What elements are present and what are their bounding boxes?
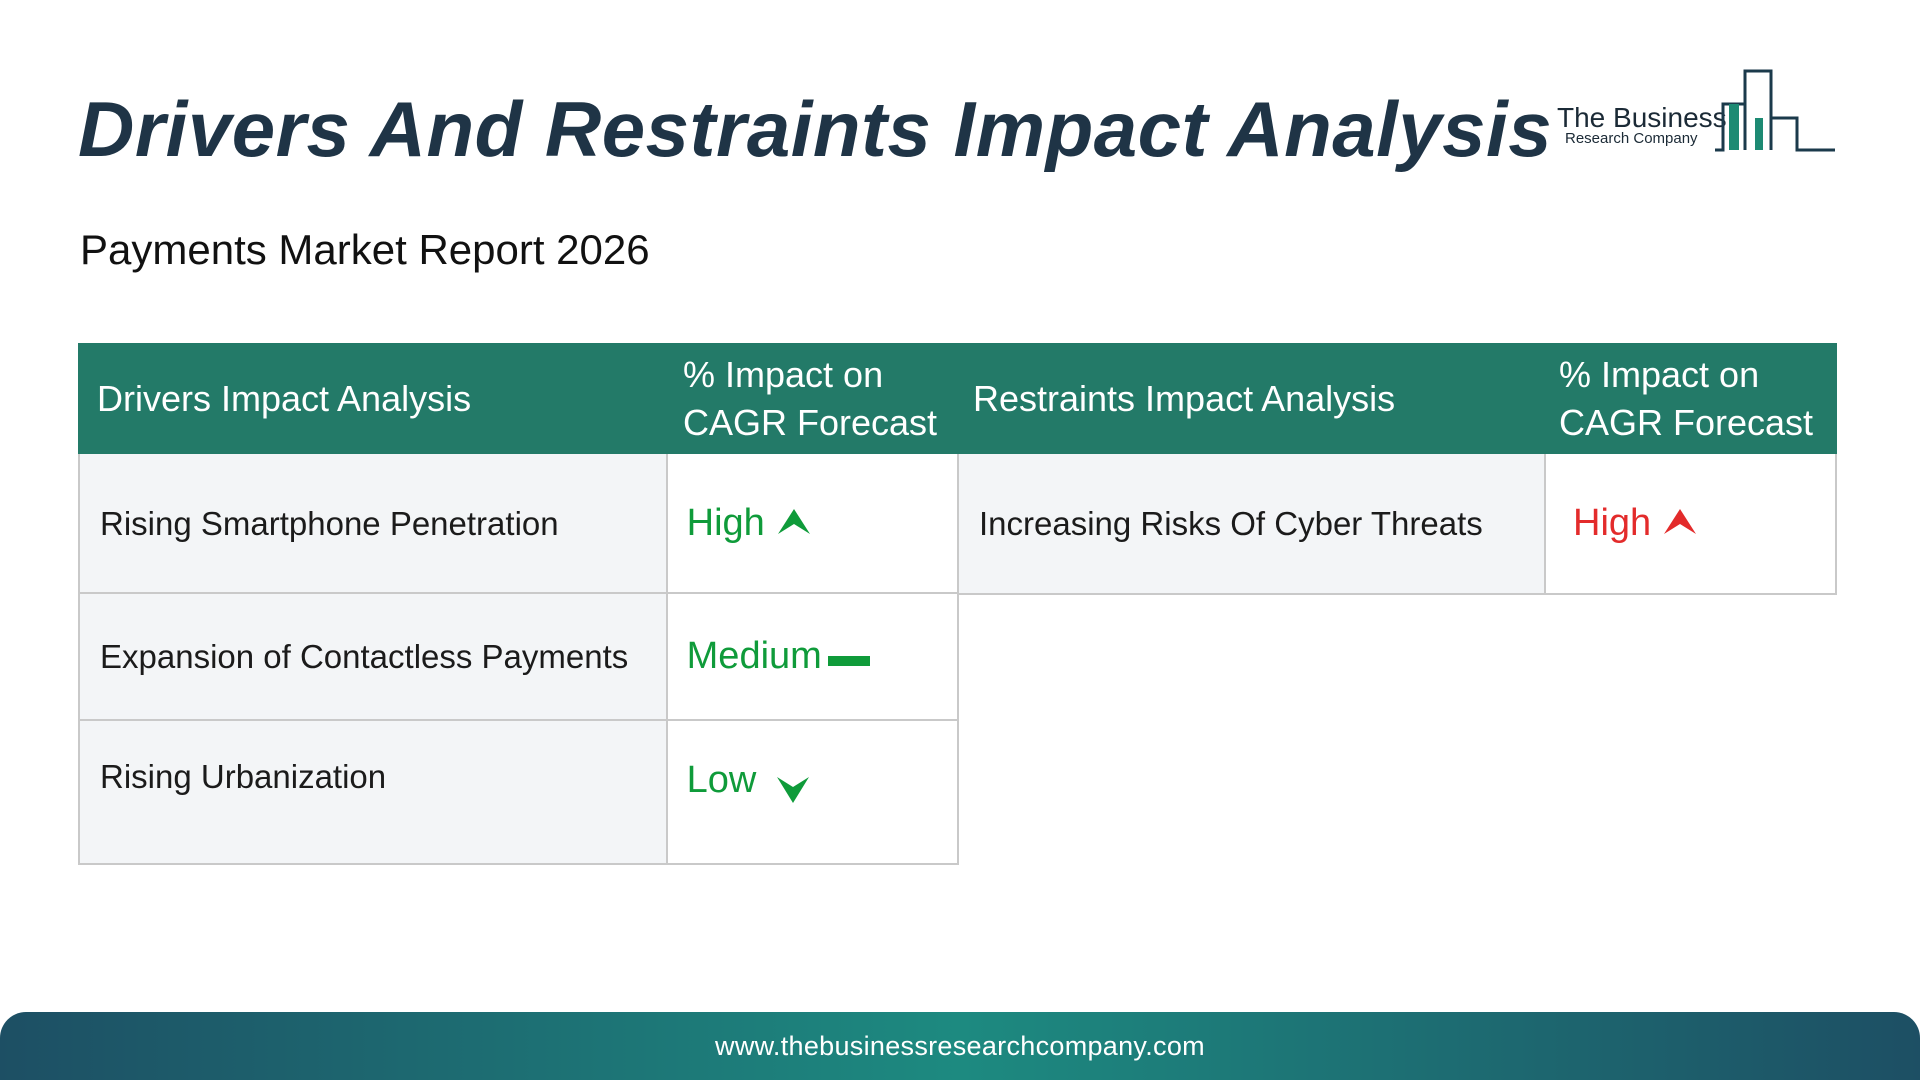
logo-text-secondary: Research Company xyxy=(1565,130,1698,147)
header-drivers: Drivers Impact Analysis xyxy=(97,377,472,419)
driver-label: Rising Urbanization xyxy=(80,721,668,863)
logo-bars-icon xyxy=(1715,69,1835,152)
arrow-up-icon xyxy=(1663,502,1697,545)
driver-impact: Low xyxy=(667,721,959,863)
driver-impact: Medium xyxy=(667,594,959,719)
table-row: Rising Urbanization Low xyxy=(80,721,959,865)
page-subtitle: Payments Market Report 2026 xyxy=(80,226,650,273)
slide: Drivers And Restraints Impact Analysis P… xyxy=(0,0,1920,1080)
drivers-column: Rising Smartphone Penetration High Expan… xyxy=(78,454,959,865)
table-row: Expansion of Contactless Payments Medium xyxy=(80,594,959,721)
header-restraints: Restraints Impact Analysis xyxy=(973,377,1396,419)
footer-website-link[interactable]: www.thebusinessresearchcompany.com xyxy=(715,1031,1205,1062)
dash-icon xyxy=(827,635,870,678)
table-row: Rising Smartphone Penetration High xyxy=(80,454,959,594)
driver-label: Expansion of Contactless Payments xyxy=(80,594,668,719)
driver-label: Rising Smartphone Penetration xyxy=(80,454,668,592)
restraints-column: Increasing Risks Of Cyber Threats High xyxy=(959,454,1837,595)
arrow-up-icon xyxy=(777,502,811,545)
impact-level: High xyxy=(686,501,765,544)
impact-table: Drivers Impact Analysis % Impact on CAGR… xyxy=(78,343,1837,865)
table-row: Increasing Risks Of Cyber Threats High xyxy=(959,454,1837,595)
header-restraints-impact: % Impact on CAGR Forecast xyxy=(1559,353,1814,443)
arrow-down-icon xyxy=(776,759,810,814)
restraint-impact: High xyxy=(1546,454,1837,593)
restraint-label: Increasing Risks Of Cyber Threats xyxy=(959,454,1546,593)
driver-impact: High xyxy=(667,454,959,592)
impact-level: High xyxy=(1573,502,1652,544)
impact-level: Low xyxy=(686,759,757,801)
company-logo: The Business Research Company xyxy=(1555,66,1835,156)
footer-bar: www.thebusinessresearchcompany.com xyxy=(0,1012,1920,1080)
impact-level: Medium xyxy=(686,635,822,677)
header-drivers-impact: % Impact on CAGR Forecast xyxy=(683,353,938,443)
page-title: Drivers And Restraints Impact Analysis xyxy=(78,85,1553,173)
table-header: Drivers Impact Analysis % Impact on CAGR… xyxy=(78,343,1837,454)
